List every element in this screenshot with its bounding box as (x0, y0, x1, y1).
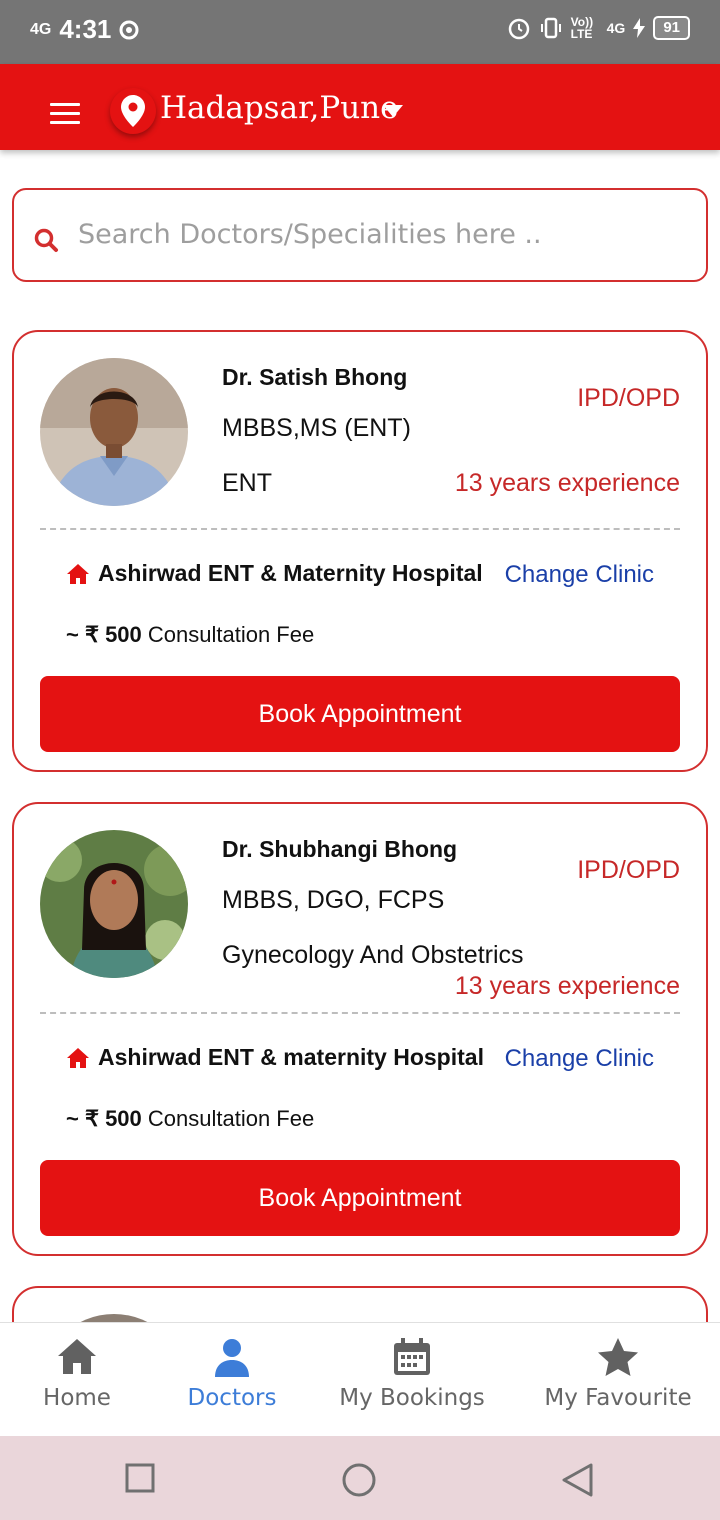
recents-icon[interactable] (124, 1462, 156, 1494)
status-bar: 4G 4:31 Vo)) LTE 4G 91 (0, 0, 720, 64)
location-selector[interactable]: Hadapsar,Pune (160, 90, 398, 126)
vibrate-icon (540, 17, 561, 39)
menu-button[interactable] (50, 103, 80, 125)
nav-label: My Favourite (544, 1385, 692, 1411)
doctor-icon (215, 1339, 249, 1377)
back-icon[interactable] (560, 1462, 594, 1498)
nav-label: My Bookings (339, 1385, 485, 1411)
doctor-degree: MBBS,MS (ENT) (222, 414, 411, 442)
search-input[interactable] (78, 214, 678, 254)
fee-label: Consultation Fee (141, 1106, 315, 1131)
nav-my-bookings[interactable]: My Bookings (332, 1337, 492, 1411)
book-appointment-button[interactable]: Book Appointment (40, 1160, 680, 1236)
home-icon (67, 1047, 89, 1068)
app-bar: Hadapsar,Pune (0, 64, 720, 150)
network-indicator: 4G (30, 20, 52, 38)
home-circle-icon[interactable] (341, 1462, 377, 1498)
volte-indicator: Vo)) LTE (570, 15, 594, 41)
clock: 4:31 (59, 14, 112, 44)
ipd-opd-label: IPD/OPD (577, 856, 680, 884)
bottom-navigation: Home Doctors My Bookings My Favourite (0, 1322, 720, 1436)
location-pin-icon[interactable] (110, 88, 156, 134)
divider (40, 1012, 680, 1014)
clinic-row: Ashirwad ENT & maternity Hospital (66, 1044, 484, 1071)
clinic-name: Ashirwad ENT & Maternity Hospital (98, 560, 483, 586)
home-icon (67, 563, 89, 584)
network-type: 4G (606, 20, 626, 36)
change-clinic-link[interactable]: Change Clinic (505, 1045, 654, 1073)
consultation-fee: ~ ₹ 500 Consultation Fee (66, 622, 314, 648)
doctor-degree: MBBS, DGO, FCPS (222, 886, 445, 914)
fee-amount: ~ ₹ 500 (66, 622, 142, 647)
clinic-row: Ashirwad ENT & Maternity Hospital (66, 560, 483, 587)
fee-label: Consultation Fee (141, 622, 315, 647)
nav-label: Home (43, 1385, 111, 1411)
home-icon (58, 1339, 96, 1374)
calendar-icon (394, 1338, 430, 1375)
doctor-name: Dr. Satish Bhong (222, 364, 408, 390)
system-navigation-bar (0, 1436, 720, 1520)
charging-icon (633, 18, 646, 38)
star-icon (598, 1338, 638, 1376)
chevron-down-icon[interactable] (383, 105, 403, 117)
consultation-fee: ~ ₹ 500 Consultation Fee (66, 1106, 314, 1132)
doctor-card: Dr. Shubhangi Bhong MBBS, DGO, FCPS Gyne… (12, 802, 708, 1256)
ipd-opd-label: IPD/OPD (577, 384, 680, 412)
nav-label: Doctors (187, 1385, 277, 1411)
search-icon (34, 228, 58, 252)
alarm-icon (508, 18, 529, 40)
nav-my-favourite[interactable]: My Favourite (536, 1337, 700, 1411)
experience-label: 13 years experience (454, 972, 680, 1000)
chrome-icon (119, 20, 139, 39)
doctor-name: Dr. Shubhangi Bhong (222, 836, 458, 862)
experience-label: 13 years experience (454, 469, 680, 497)
clinic-name: Ashirwad ENT & maternity Hospital (98, 1044, 484, 1070)
nav-home[interactable]: Home (40, 1337, 114, 1411)
fee-amount: ~ ₹ 500 (66, 1106, 142, 1131)
divider (40, 528, 680, 530)
doctor-avatar (40, 830, 188, 978)
search-bar (12, 188, 708, 282)
nav-doctors[interactable]: Doctors (180, 1337, 284, 1411)
change-clinic-link[interactable]: Change Clinic (505, 561, 654, 589)
doctor-specialty: ENT (222, 469, 272, 497)
doctor-avatar (40, 358, 188, 506)
battery-level: 91 (653, 16, 690, 40)
doctor-card: Dr. Satish Bhong MBBS,MS (ENT) ENT IPD/O… (12, 330, 708, 772)
doctor-specialty: Gynecology And Obstetrics (222, 941, 524, 969)
book-appointment-button[interactable]: Book Appointment (40, 676, 680, 752)
